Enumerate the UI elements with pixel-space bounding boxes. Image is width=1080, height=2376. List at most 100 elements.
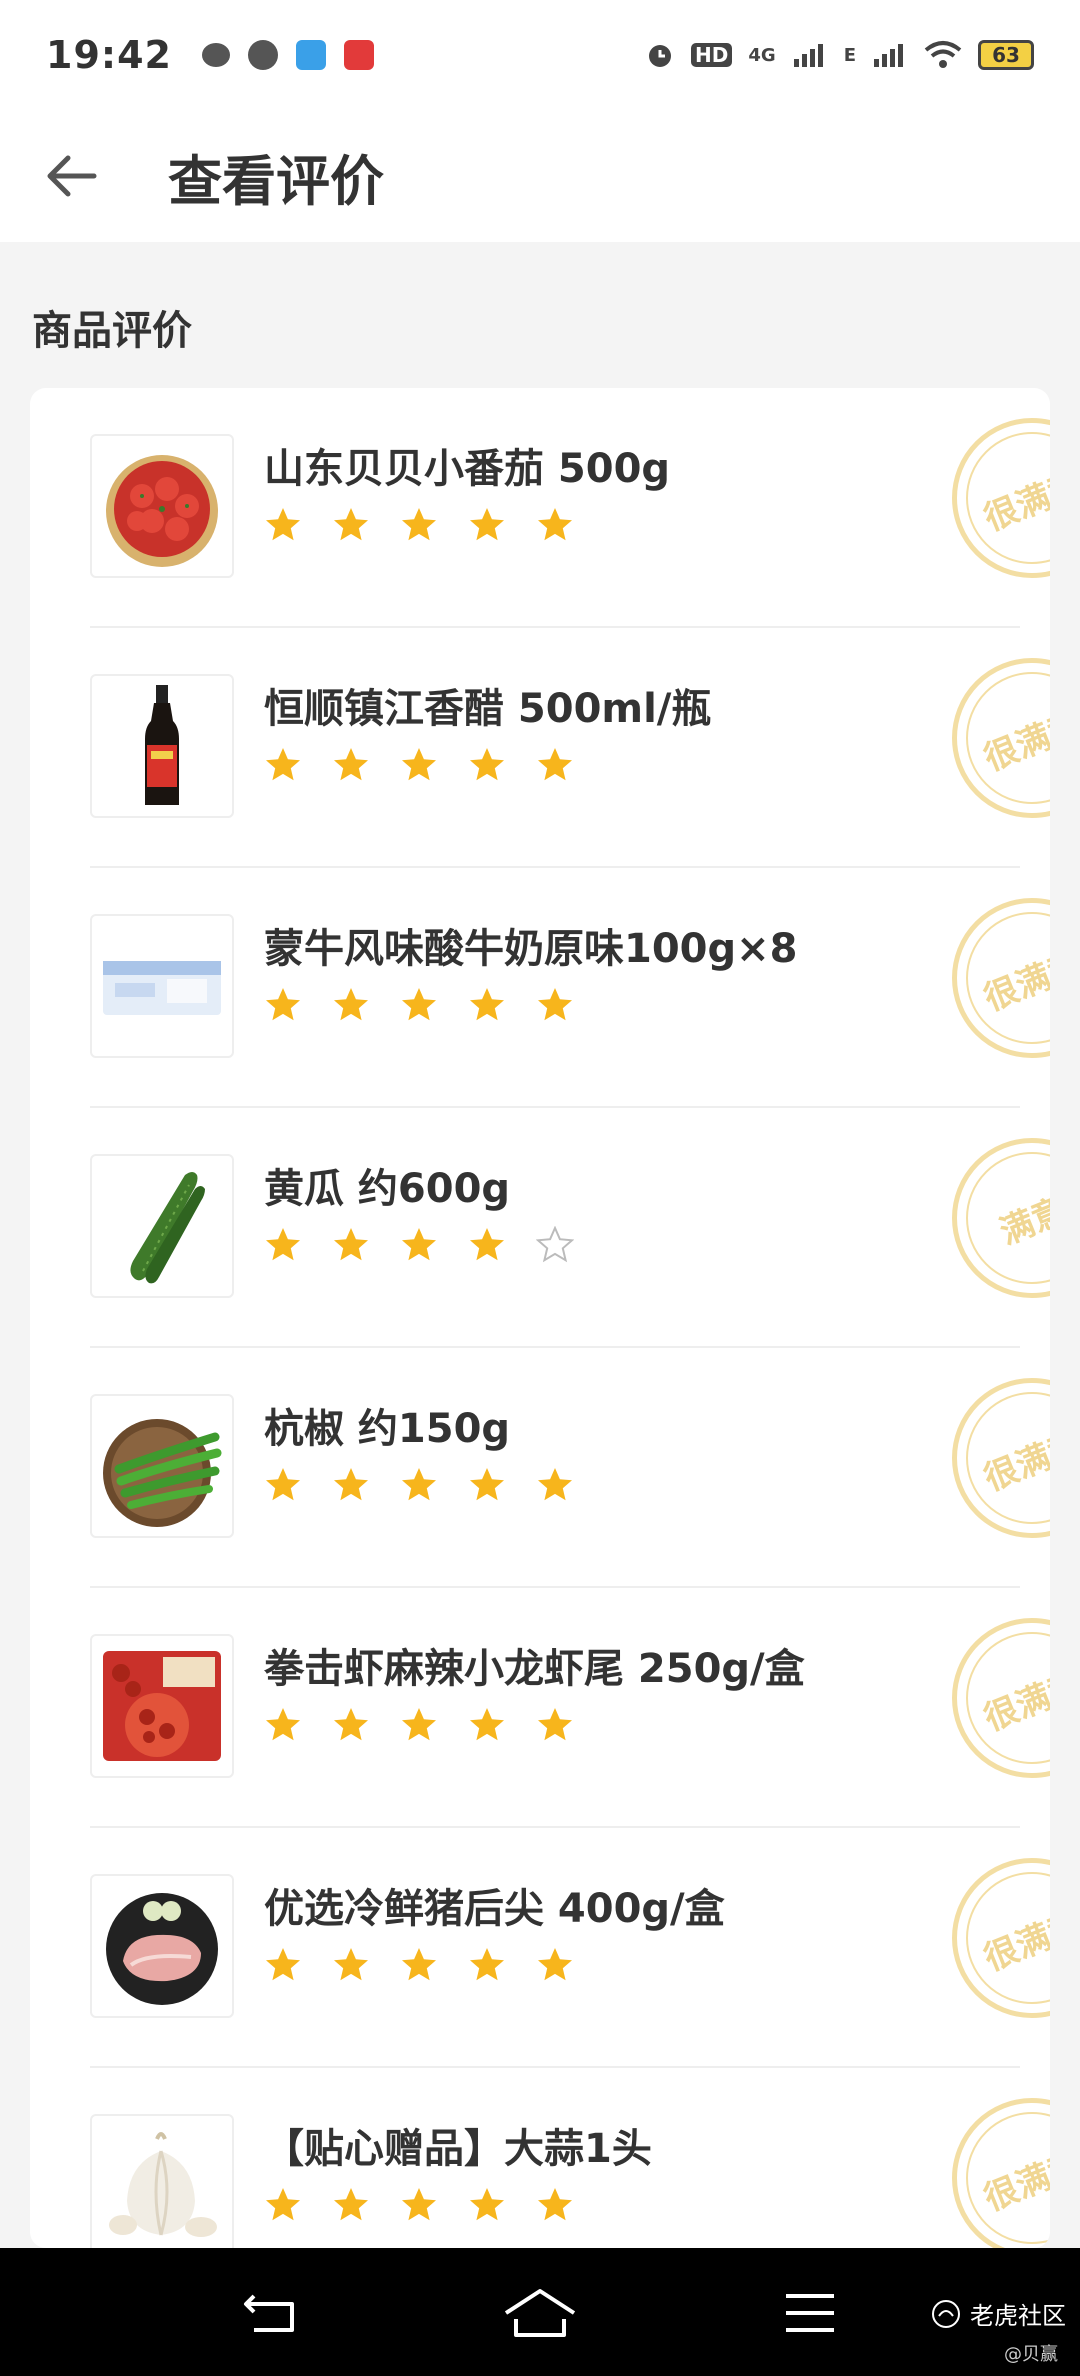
network-label: 4G: [748, 44, 776, 66]
star-filled-icon: [538, 508, 572, 541]
product-image: [90, 1154, 234, 1298]
star-filled-icon: [334, 1228, 368, 1261]
star-filled-icon: [334, 1948, 368, 1981]
nav-menu-button[interactable]: [770, 2278, 850, 2348]
back-arrow-icon: [47, 155, 97, 197]
star-filled-icon: [538, 1468, 572, 1501]
product-image: [90, 674, 234, 818]
star-filled-icon: [266, 748, 300, 781]
product-image: [90, 434, 234, 578]
product-name: 优选冷鲜猪后尖 400g/盒: [264, 1886, 725, 1932]
watermark-brand: 老虎社区: [970, 2302, 1066, 2330]
message-icon: [247, 40, 278, 70]
network2-label: E: [843, 44, 856, 66]
satisfaction-stamp: 很满意: [952, 418, 1050, 578]
star-filled-icon: [334, 748, 368, 781]
star-filled-icon: [266, 2188, 300, 2221]
cucumber-image: [130, 1172, 205, 1284]
stamp-text: 很满意: [978, 1663, 1050, 1739]
review-item[interactable]: 蒙牛风味酸牛奶原味100g×8 很满意: [60, 868, 1050, 1108]
product-name: 【贴心赠品】大蒜1头: [264, 2126, 652, 2172]
product-name: 蒙牛风味酸牛奶原味100g×8: [264, 926, 798, 972]
watermark: 老虎社区: [930, 2296, 1066, 2331]
star-filled-icon: [538, 988, 572, 1021]
nav-home-button[interactable]: [500, 2278, 580, 2348]
stamp-text: 很满意: [978, 1423, 1050, 1499]
star-filled-icon: [334, 508, 368, 541]
back-button[interactable]: [30, 134, 114, 218]
rating-stars: [264, 746, 574, 784]
review-item[interactable]: 拳击虾麻辣小龙虾尾 250g/盒 很满意: [60, 1588, 1050, 1828]
yogurt-pack-image: [103, 961, 221, 1015]
review-item[interactable]: 黄瓜 约600g 满意: [60, 1108, 1050, 1348]
star-filled-icon: [538, 2188, 572, 2221]
star-empty-icon: [536, 1226, 574, 1263]
crayfish-pack-image: [103, 1651, 221, 1761]
star-filled-icon: [266, 988, 300, 1021]
review-item[interactable]: 【贴心赠品】大蒜1头 很满意: [60, 2068, 1050, 2248]
stamp-text: 很满意: [978, 2143, 1050, 2219]
stamp-text: 很满意: [978, 943, 1050, 1019]
review-item[interactable]: 山东贝贝小番茄 500g 很满意: [60, 388, 1050, 628]
product-name: 黄瓜 约600g: [264, 1166, 511, 1212]
product-name: 杭椒 约150g: [264, 1406, 511, 1452]
product-image: [90, 2114, 234, 2248]
nav-menu-icon: [786, 2294, 834, 2332]
star-filled-icon: [470, 748, 504, 781]
star-filled-icon: [402, 1468, 436, 1501]
star-filled-icon: [266, 508, 300, 541]
nav-back-button[interactable]: [230, 2278, 310, 2348]
rating-stars: [264, 986, 574, 1024]
star-filled-icon: [470, 2188, 504, 2221]
satisfaction-stamp: 满意: [952, 1138, 1050, 1298]
alarm-icon: [649, 45, 672, 67]
star-filled-icon: [538, 748, 572, 781]
star-filled-icon: [538, 1708, 572, 1741]
star-filled-icon: [470, 1708, 504, 1741]
rating-stars: [264, 2186, 574, 2224]
star-filled-icon: [266, 1948, 300, 1981]
star-filled-icon: [402, 748, 436, 781]
rating-stars: [264, 1706, 574, 1744]
stamp-text: 很满意: [978, 463, 1050, 539]
wechat-icon: [201, 43, 230, 67]
star-filled-icon: [402, 2188, 436, 2221]
stamp-text: 很满意: [978, 703, 1050, 779]
status-time: 19:42: [46, 33, 172, 77]
satisfaction-stamp: 很满意: [952, 2098, 1050, 2248]
satisfaction-stamp: 很满意: [952, 1858, 1050, 2018]
review-item[interactable]: 杭椒 约150g 很满意: [60, 1348, 1050, 1588]
star-filled-icon: [334, 988, 368, 1021]
star-filled-icon: [334, 2188, 368, 2221]
hd-icon: HD: [691, 43, 733, 67]
battery-indicator: 63: [978, 40, 1034, 70]
product-image: [90, 1634, 234, 1778]
satisfaction-stamp: 很满意: [952, 658, 1050, 818]
satisfaction-stamp: 很满意: [952, 1378, 1050, 1538]
star-filled-icon: [402, 1948, 436, 1981]
product-image: [90, 1874, 234, 2018]
signal-icon: [793, 44, 823, 67]
nav-home-icon: [504, 2289, 576, 2337]
review-item[interactable]: 恒顺镇江香醋 500ml/瓶 很满意: [60, 628, 1050, 868]
watermark-user: @贝赢: [1004, 2344, 1058, 2365]
garlic-image: [109, 2132, 217, 2237]
tiger-logo-icon: [932, 2299, 960, 2328]
review-item[interactable]: 优选冷鲜猪后尖 400g/盒 很满意: [60, 1828, 1050, 2068]
wifi-icon: [924, 41, 962, 68]
vinegar-bottle-image: [145, 685, 179, 805]
signal2-icon: [874, 44, 903, 67]
star-filled-icon: [470, 1948, 504, 1981]
star-filled-icon: [266, 1708, 300, 1741]
star-filled-icon: [470, 988, 504, 1021]
tomato-image: [106, 455, 218, 567]
app-notification-icon: [295, 40, 326, 70]
star-filled-icon: [334, 1708, 368, 1741]
rating-stars: [264, 1226, 574, 1264]
product-name: 恒顺镇江香醋 500ml/瓶: [264, 686, 712, 732]
status-bar: 19:42 HD 4G E 63: [0, 0, 1080, 110]
product-image: [90, 914, 234, 1058]
star-filled-icon: [402, 508, 436, 541]
stamp-text: 很满意: [978, 1903, 1050, 1979]
section-title: 商品评价: [32, 308, 192, 354]
